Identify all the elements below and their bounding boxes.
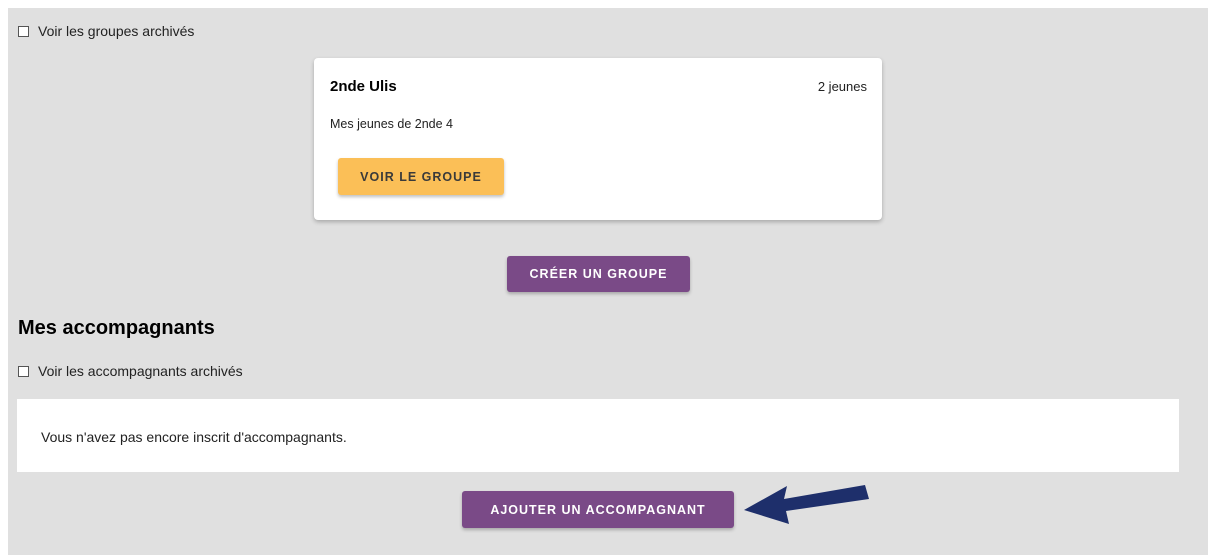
create-group-button[interactable]: CRÉER UN GROUPE bbox=[507, 256, 690, 292]
show-archived-groups-label[interactable]: Voir les groupes archivés bbox=[38, 23, 194, 39]
group-card: 2nde Ulis 2 jeunes Mes jeunes de 2nde 4 … bbox=[314, 58, 882, 220]
group-member-count: 2 jeunes bbox=[817, 79, 867, 94]
show-archived-companions-row[interactable]: Voir les accompagnants archivés bbox=[18, 363, 243, 379]
companions-empty-message: Vous n'avez pas encore inscrit d'accompa… bbox=[41, 429, 347, 445]
show-archived-groups-checkbox[interactable] bbox=[18, 25, 29, 37]
group-card-title: 2nde Ulis bbox=[330, 78, 397, 95]
group-card-description: Mes jeunes de 2nde 4 bbox=[330, 117, 454, 131]
show-archived-companions-checkbox[interactable] bbox=[18, 365, 29, 377]
companions-empty-state: Vous n'avez pas encore inscrit d'accompa… bbox=[17, 399, 1179, 472]
arrow-left-icon bbox=[744, 485, 869, 524]
show-archived-companions-label[interactable]: Voir les accompagnants archivés bbox=[38, 363, 243, 379]
companions-section-title: Mes accompagnants bbox=[18, 317, 215, 339]
add-companion-button[interactable]: AJOUTER UN ACCOMPAGNANT bbox=[462, 491, 734, 528]
view-group-button[interactable]: VOIR LE GROUPE bbox=[338, 158, 504, 195]
show-archived-groups-row[interactable]: Voir les groupes archivés bbox=[18, 23, 194, 39]
page: Voir les groupes archivés 2nde Ulis 2 je… bbox=[0, 0, 1208, 555]
